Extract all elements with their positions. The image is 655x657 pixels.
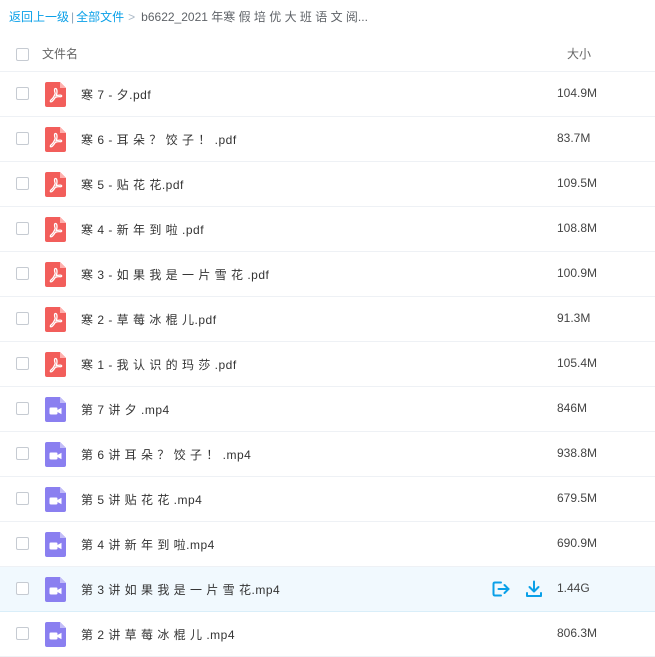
select-all-checkbox[interactable] — [16, 48, 29, 61]
file-row[interactable]: 寒 2 - 草 莓 冰 棍 儿.pdf 91.3M — [0, 297, 655, 342]
pdf-icon — [45, 217, 66, 242]
pdf-icon — [45, 82, 66, 107]
breadcrumb-arrow: > — [128, 10, 136, 24]
file-name[interactable]: 寒 2 - 草 莓 冰 棍 儿.pdf — [81, 311, 217, 328]
file-row[interactable]: 第 3 讲 如 果 我 是 一 片 雪 花.mp4 1.44G — [0, 567, 655, 612]
file-name[interactable]: 第 5 讲 贴 花 花 .mp4 — [81, 491, 202, 508]
video-icon — [45, 622, 66, 647]
row-checkbox[interactable] — [16, 492, 29, 505]
file-size: 83.7M — [557, 131, 591, 145]
file-row[interactable]: 第 5 讲 贴 花 花 .mp4 679.5M — [0, 477, 655, 522]
file-row[interactable]: 寒 4 - 新 年 到 啦 .pdf 108.8M — [0, 207, 655, 252]
file-size: 1.44G — [557, 581, 590, 595]
file-name[interactable]: 第 6 讲 耳 朵 ？ 饺 子 ！ .mp4 — [81, 446, 251, 463]
row-checkbox[interactable] — [16, 87, 29, 100]
pdf-icon — [45, 352, 66, 377]
video-icon — [45, 397, 66, 422]
file-name[interactable]: 第 3 讲 如 果 我 是 一 片 雪 花.mp4 — [81, 581, 280, 598]
breadcrumb-separator: | — [71, 10, 75, 24]
row-checkbox[interactable] — [16, 312, 29, 325]
list-header: 文件名 大小 — [0, 35, 655, 72]
file-row[interactable]: 寒 6 - 耳 朵 ？ 饺 子 ！ .pdf 83.7M — [0, 117, 655, 162]
file-list: 寒 7 - 夕.pdf 104.9M 寒 6 - 耳 朵 ？ 饺 子 ！ .pdf 8… — [0, 72, 655, 657]
row-checkbox[interactable] — [16, 132, 29, 145]
column-header-size[interactable]: 大小 — [567, 45, 591, 62]
file-row[interactable]: 第 7 讲 夕 .mp4 846M — [0, 387, 655, 432]
file-row[interactable]: 寒 7 - 夕.pdf 104.9M — [0, 72, 655, 117]
file-size: 846M — [557, 401, 588, 415]
file-name[interactable]: 第 2 讲 草 莓 冰 棍 儿 .mp4 — [81, 626, 235, 643]
file-name[interactable]: 寒 1 - 我 认 识 的 玛 莎 .pdf — [81, 356, 237, 373]
file-name[interactable]: 寒 6 - 耳 朵 ？ 饺 子 ！ .pdf — [81, 131, 237, 148]
share-icon[interactable] — [491, 579, 511, 599]
row-checkbox[interactable] — [16, 402, 29, 415]
file-name[interactable]: 寒 3 - 如 果 我 是 一 片 雪 花 .pdf — [81, 266, 269, 283]
file-size: 679.5M — [557, 491, 598, 505]
all-files-link[interactable]: 全部文件 — [76, 10, 124, 24]
current-folder: b6622_2021 年寒 假 培 优 大 班 语 文 阅... — [141, 10, 368, 24]
file-name[interactable]: 第 7 讲 夕 .mp4 — [81, 401, 170, 418]
file-name[interactable]: 第 4 讲 新 年 到 啦.mp4 — [81, 536, 215, 553]
download-icon[interactable] — [524, 579, 544, 599]
file-row[interactable]: 寒 3 - 如 果 我 是 一 片 雪 花 .pdf 100.9M — [0, 252, 655, 297]
file-size: 806.3M — [557, 626, 598, 640]
file-name[interactable]: 寒 4 - 新 年 到 啦 .pdf — [81, 221, 204, 238]
file-row[interactable]: 第 4 讲 新 年 到 啦.mp4 690.9M — [0, 522, 655, 567]
row-checkbox[interactable] — [16, 447, 29, 460]
video-icon — [45, 442, 66, 467]
file-size: 91.3M — [557, 311, 591, 325]
file-size: 938.8M — [557, 446, 598, 460]
file-size: 109.5M — [557, 176, 598, 190]
file-row[interactable]: 寒 1 - 我 认 识 的 玛 莎 .pdf 105.4M — [0, 342, 655, 387]
row-checkbox[interactable] — [16, 357, 29, 370]
file-row[interactable]: 寒 5 - 贴 花 花.pdf 109.5M — [0, 162, 655, 207]
video-icon — [45, 577, 66, 602]
pdf-icon — [45, 262, 66, 287]
pdf-icon — [45, 172, 66, 197]
row-checkbox[interactable] — [16, 267, 29, 280]
file-row[interactable]: 第 2 讲 草 莓 冰 棍 儿 .mp4 806.3M — [0, 612, 655, 657]
video-icon — [45, 487, 66, 512]
back-link[interactable]: 返回上一级 — [9, 10, 69, 24]
pdf-icon — [45, 307, 66, 332]
file-name[interactable]: 寒 7 - 夕.pdf — [81, 86, 151, 103]
file-size: 100.9M — [557, 266, 598, 280]
row-checkbox[interactable] — [16, 177, 29, 190]
file-size: 104.9M — [557, 86, 598, 100]
pdf-icon — [45, 127, 66, 152]
file-size: 690.9M — [557, 536, 598, 550]
column-header-name[interactable]: 文件名 — [42, 45, 78, 62]
file-row[interactable]: 第 6 讲 耳 朵 ？ 饺 子 ！ .mp4 938.8M — [0, 432, 655, 477]
video-icon — [45, 532, 66, 557]
file-size: 108.8M — [557, 221, 598, 235]
row-checkbox[interactable] — [16, 222, 29, 235]
row-checkbox[interactable] — [16, 627, 29, 640]
breadcrumb: 返回上一级 | 全部文件 > b6622_2021 年寒 假 培 优 大 班 语 文 阅… — [9, 8, 368, 26]
file-name[interactable]: 寒 5 - 贴 花 花.pdf — [81, 176, 184, 193]
row-checkbox[interactable] — [16, 582, 29, 595]
row-checkbox[interactable] — [16, 537, 29, 550]
file-size: 105.4M — [557, 356, 598, 370]
